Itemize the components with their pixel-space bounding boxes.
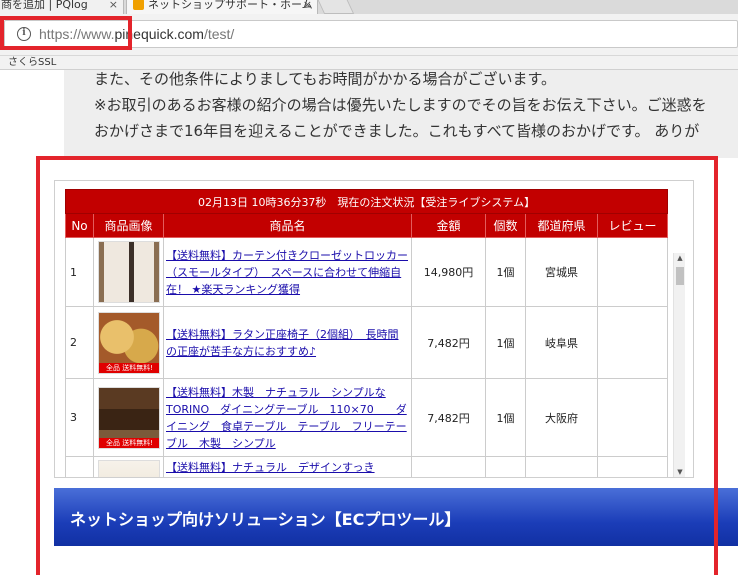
notice-line-3: おかげさまで16年目を迎えることができました。これもすべて皆様のおかげです。 あ…: [94, 122, 700, 140]
new-tab-button[interactable]: [315, 0, 355, 14]
page-content: また、その他条件によりましてもお時間がかかる場合がございます。 ※お取引のあるお…: [0, 70, 738, 575]
tab-label: ネットショップサポート・ホーム: [148, 0, 313, 11]
close-tab-icon[interactable]: ×: [109, 0, 118, 14]
tab-label: 商を追加 | PQlog: [1, 0, 88, 11]
bookmark-sakura-ssl[interactable]: さくらSSL: [8, 56, 56, 70]
url-path: /test/: [203, 26, 235, 42]
screen: 商を追加 | PQlog × ネットショップサポート・ホーム × i https…: [0, 0, 738, 575]
tab-strip: 商を追加 | PQlog × ネットショップサポート・ホーム ×: [0, 0, 738, 14]
widget-highlight-box: [36, 156, 718, 575]
notice-line-1: また、その他条件によりましてもお時間がかかる場合がございます。: [94, 70, 557, 88]
tab-netshop-support[interactable]: ネットショップサポート・ホーム ×: [126, 0, 318, 14]
url-highlight-box: [0, 16, 132, 50]
notice-line-2: ※お取引のあるお客様の紹介の場合は優先いたしますのでその旨をお伝え下さい。ご迷惑…: [94, 96, 707, 114]
close-tab-icon[interactable]: ×: [303, 0, 312, 14]
favicon-icon: [133, 0, 144, 10]
tab-pqlog[interactable]: 商を追加 | PQlog ×: [0, 0, 124, 14]
notice-box: また、その他条件によりましてもお時間がかかる場合がございます。 ※お取引のあるお…: [64, 70, 738, 158]
